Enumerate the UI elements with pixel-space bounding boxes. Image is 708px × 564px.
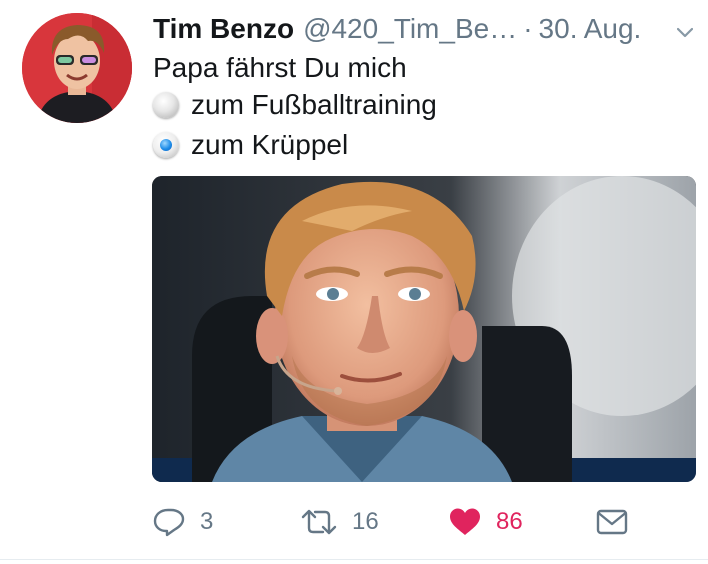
reply-count: 3 <box>200 508 214 535</box>
author-handle[interactable]: @420_Tim_Be… <box>303 12 517 46</box>
retweet-count: 16 <box>352 508 379 535</box>
tweet-text: Papa fährst Du mich <box>153 52 407 83</box>
author-name[interactable]: Tim Benzo <box>153 12 294 46</box>
avatar[interactable] <box>22 13 132 123</box>
tweet-actions: 3 16 86 <box>152 500 696 544</box>
radio-unselected-icon <box>153 92 179 118</box>
chevron-down-icon[interactable] <box>676 26 694 38</box>
option-label: zum Fußballtraining <box>191 89 437 120</box>
header-separator: · <box>523 13 533 44</box>
direct-message-button[interactable] <box>596 500 628 544</box>
radio-selected-icon <box>153 132 179 158</box>
tweet[interactable]: Tim Benzo @420_Tim_Be… · 30. Aug. Papa f… <box>0 0 708 564</box>
like-button[interactable]: 86 <box>448 500 523 544</box>
retweet-icon <box>300 508 338 536</box>
retweet-button[interactable]: 16 <box>300 500 379 544</box>
tweet-date[interactable]: 30. Aug. <box>539 12 642 46</box>
tweet-header: Tim Benzo @420_Tim_Be… · 30. Aug. <box>153 12 698 46</box>
heart-icon <box>448 507 482 537</box>
tweet-photo[interactable] <box>152 176 696 482</box>
tweet-divider <box>0 559 708 560</box>
tweet-option-1: zum Fußballtraining <box>153 86 437 124</box>
reply-button[interactable]: 3 <box>152 500 213 544</box>
tweet-option-2: zum Krüppel <box>153 126 348 164</box>
like-count: 86 <box>496 508 523 535</box>
envelope-icon <box>596 509 628 535</box>
option-label: zum Krüppel <box>191 129 349 160</box>
reply-icon <box>152 507 186 537</box>
